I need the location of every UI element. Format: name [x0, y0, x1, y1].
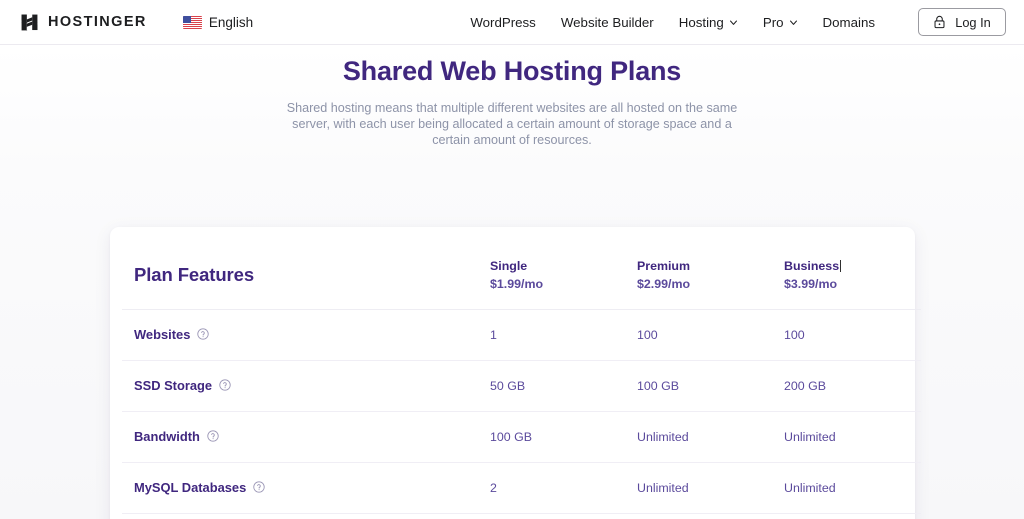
language-label: English: [209, 15, 253, 30]
value-cell: Unlimited: [774, 462, 921, 513]
nav-item-domains[interactable]: Domains: [823, 15, 875, 30]
main-nav: WordPress Website Builder Hosting Pro Do…: [470, 8, 1006, 36]
nav-item-label: Pro: [763, 15, 784, 30]
cta-cell-single: Select: [480, 513, 627, 519]
cell-value: 100: [784, 328, 805, 342]
cell-value: Unlimited: [637, 430, 689, 444]
cell-value: Unlimited: [637, 481, 689, 495]
table-row: Websites 1 100 100: [122, 309, 921, 360]
plan-name: Single: [490, 259, 527, 273]
cell-value: 100 GB: [637, 379, 679, 393]
nav-item-hosting[interactable]: Hosting: [679, 15, 738, 30]
nav-item-website-builder[interactable]: Website Builder: [561, 15, 654, 30]
nav-item-label: WordPress: [470, 15, 536, 30]
pricing-table-header-row: Plan Features Single $1.99/mo Premium $2…: [122, 227, 921, 309]
cell-value: 200 GB: [784, 379, 826, 393]
text-cursor: [840, 260, 841, 272]
plan-price: $2.99/mo: [637, 277, 774, 293]
cell-value: 100 GB: [490, 430, 532, 444]
cell-value: 50 GB: [490, 379, 525, 393]
feature-name: Websites: [134, 327, 190, 342]
nav-item-label: Hosting: [679, 15, 724, 30]
value-cell: 100: [774, 309, 921, 360]
value-cell: 100 GB: [627, 360, 774, 411]
help-circle-icon[interactable]: [197, 328, 209, 340]
cta-cell-premium: Select: [627, 513, 774, 519]
help-circle-icon[interactable]: [207, 430, 219, 442]
chevron-down-icon: [789, 18, 798, 27]
feature-label: Websites: [134, 327, 209, 342]
hero-section: Shared Web Hosting Plans Shared hosting …: [0, 45, 1024, 148]
value-cell: Unlimited: [627, 411, 774, 462]
feature-cell-mysql-databases: MySQL Databases: [122, 462, 480, 513]
plan-price: $3.99/mo: [784, 277, 921, 293]
table-row: Bandwidth 100 GB Unlimited Unlimited: [122, 411, 921, 462]
pricing-table: Plan Features Single $1.99/mo Premium $2…: [122, 227, 921, 519]
page-subtitle: Shared hosting means that multiple diffe…: [277, 100, 747, 148]
login-button[interactable]: Log In: [918, 8, 1006, 36]
page-title: Shared Web Hosting Plans: [0, 54, 1024, 89]
plan-header-premium: Premium $2.99/mo: [627, 227, 774, 309]
value-cell: 100: [627, 309, 774, 360]
cell-value: 2: [490, 481, 497, 495]
feature-cell-websites: Websites: [122, 309, 480, 360]
hostinger-logo-icon: [20, 13, 39, 32]
brand-name: HOSTINGER: [48, 14, 147, 30]
table-row: SSD Storage 50 GB 100 GB 200 GB: [122, 360, 921, 411]
login-button-label: Log In: [955, 15, 991, 30]
feature-name: MySQL Databases: [134, 480, 246, 495]
us-flag-icon: [183, 16, 202, 29]
value-cell: Unlimited: [774, 411, 921, 462]
plan-features-header: Plan Features: [122, 227, 480, 309]
feature-name: SSD Storage: [134, 378, 212, 393]
feature-name: Bandwidth: [134, 429, 200, 444]
pricing-table-cta-row: Select Select Select: [122, 513, 921, 519]
feature-cell-ssd-storage: SSD Storage: [122, 360, 480, 411]
cell-value: Unlimited: [784, 481, 836, 495]
help-circle-icon[interactable]: [253, 481, 265, 493]
plan-name: Business: [784, 259, 839, 273]
nav-item-label: Domains: [823, 15, 875, 30]
value-cell: 1: [480, 309, 627, 360]
cta-spacer-cell: [122, 513, 480, 519]
lock-icon: [933, 15, 946, 29]
table-row: MySQL Databases 2 Unlimited Unlimited: [122, 462, 921, 513]
language-selector[interactable]: English: [183, 15, 253, 30]
nav-item-label: Website Builder: [561, 15, 654, 30]
feature-label: Bandwidth: [134, 429, 219, 444]
brand-logo[interactable]: HOSTINGER: [20, 13, 147, 32]
cta-cell-business: Select: [774, 513, 921, 519]
cell-value: Unlimited: [784, 430, 836, 444]
cell-value: 100: [637, 328, 658, 342]
feature-label: SSD Storage: [134, 378, 231, 393]
plan-header-single: Single $1.99/mo: [480, 227, 627, 309]
cell-value: 1: [490, 328, 497, 342]
nav-item-wordpress[interactable]: WordPress: [470, 15, 536, 30]
nav-item-pro[interactable]: Pro: [763, 15, 798, 30]
page-body: Shared Web Hosting Plans Shared hosting …: [0, 45, 1024, 519]
value-cell: 200 GB: [774, 360, 921, 411]
plan-header-business: Business $3.99/mo: [774, 227, 921, 309]
plan-name: Premium: [637, 259, 690, 273]
plan-features-title: Plan Features: [134, 264, 480, 286]
help-circle-icon[interactable]: [219, 379, 231, 391]
top-navigation-bar: HOSTINGER English WordPress Website Buil…: [0, 0, 1024, 45]
value-cell: 2: [480, 462, 627, 513]
value-cell: Unlimited: [627, 462, 774, 513]
value-cell: 50 GB: [480, 360, 627, 411]
chevron-down-icon: [729, 18, 738, 27]
feature-cell-bandwidth: Bandwidth: [122, 411, 480, 462]
pricing-card: Plan Features Single $1.99/mo Premium $2…: [110, 227, 915, 519]
plan-price: $1.99/mo: [490, 277, 627, 293]
feature-label: MySQL Databases: [134, 480, 265, 495]
value-cell: 100 GB: [480, 411, 627, 462]
